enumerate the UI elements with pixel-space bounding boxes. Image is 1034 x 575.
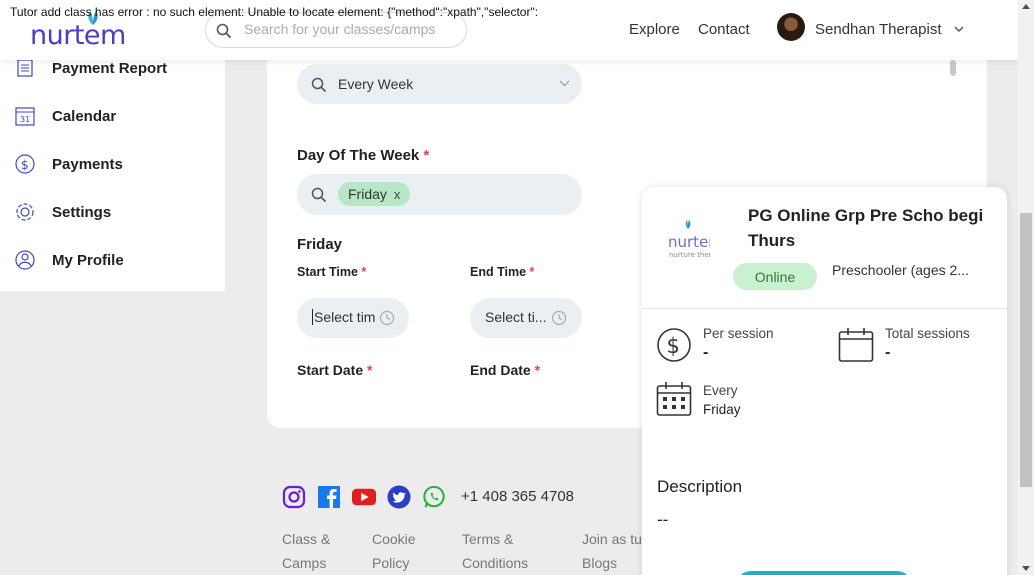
svg-text:$: $	[21, 158, 29, 172]
start-time-input[interactable]: Select time	[297, 298, 409, 338]
sidebar-item-payments[interactable]: $ Payments	[14, 149, 214, 179]
user-icon	[14, 249, 36, 271]
selected-day-tag[interactable]: Friday x	[338, 182, 411, 206]
mode-badge: Online	[733, 263, 817, 290]
calendar-icon	[838, 328, 874, 362]
youtube-icon[interactable]	[352, 485, 376, 509]
class-preview-card: nurtem nurture them PG Online Grp Pre Sc…	[642, 187, 1007, 575]
day-of-week-label: Day Of The Week *	[297, 147, 430, 164]
clock-icon	[379, 310, 395, 326]
required-mark: *	[529, 265, 535, 279]
chevron-down-icon	[559, 80, 570, 87]
end-time-placeholder: Select ti...	[485, 309, 547, 325]
end-date-label: End Date *	[470, 362, 541, 376]
required-mark: *	[361, 265, 367, 279]
start-date-label: Start Date *	[297, 362, 373, 376]
scroll-down-arrow[interactable]	[1022, 566, 1030, 571]
sidebar-item-calendar[interactable]: 31 Calendar	[14, 101, 214, 131]
svg-text:$: $	[667, 334, 680, 358]
total-sessions-label: Total sessions	[885, 326, 970, 341]
report-icon	[14, 57, 36, 79]
sidebar-item-settings[interactable]: Settings	[14, 197, 214, 227]
scrollbar-thumb[interactable]	[1020, 213, 1032, 487]
form-scrollbar-thumb[interactable]	[950, 60, 956, 76]
search-icon	[311, 77, 327, 93]
twitter-icon[interactable]	[387, 485, 411, 509]
frequency-label: Every	[703, 383, 738, 398]
facebook-icon[interactable]	[317, 485, 341, 509]
dollar-icon: $	[657, 328, 691, 362]
class-title: PG Online Grp Pre Scho begi Thurs	[748, 206, 984, 250]
footer-link-class-camps[interactable]: Class & Camps	[282, 527, 330, 575]
frequency-day: Friday	[703, 402, 741, 417]
age-group: Preschooler (ages 2...	[832, 262, 969, 278]
phone-number[interactable]: +1 408 365 4708	[461, 488, 574, 505]
search-icon	[216, 23, 232, 39]
sidebar-item-label: My Profile	[52, 251, 124, 269]
sidebar-item-label: Payment Report	[52, 59, 168, 77]
provider-logo-text: nurtem	[668, 233, 710, 251]
sidebar-item-label: Payments	[52, 155, 123, 173]
user-name[interactable]: Sendhan Therapist	[815, 21, 941, 38]
search-icon	[311, 187, 327, 203]
preview-action-button[interactable]	[736, 571, 912, 575]
divider	[642, 308, 1007, 309]
calendar-icon: 31	[14, 105, 36, 127]
whatsapp-icon[interactable]	[422, 485, 446, 509]
chevron-down-icon[interactable]	[954, 26, 964, 33]
provider-logo: nurtem nurture them	[666, 219, 723, 263]
total-sessions-value: -	[885, 344, 891, 361]
nav-explore[interactable]: Explore	[629, 21, 680, 38]
per-session-label: Per session	[703, 326, 774, 341]
sidebar-item-my-profile[interactable]: My Profile	[14, 245, 214, 275]
gear-icon	[14, 201, 36, 223]
clock-icon	[551, 310, 567, 326]
required-mark: *	[534, 362, 541, 376]
end-time-input[interactable]: Select ti...	[470, 298, 582, 338]
description-heading: Description	[657, 477, 743, 496]
sidebar: Payment Report 31 Calendar $ Payments Se…	[0, 40, 225, 291]
sidebar-item-label: Settings	[52, 203, 112, 221]
day-heading: Friday	[297, 236, 343, 253]
instagram-icon[interactable]	[282, 485, 306, 509]
calendar-grid-icon	[656, 382, 692, 416]
logo[interactable]: nurtem	[30, 20, 126, 51]
footer-link-cookie-policy[interactable]: Cookie Policy	[372, 527, 416, 575]
per-session-value: -	[703, 344, 709, 361]
nav-contact[interactable]: Contact	[698, 21, 750, 38]
dollar-icon: $	[14, 153, 36, 175]
footer-link-terms[interactable]: Terms & Conditions	[462, 527, 528, 575]
frequency-select[interactable]: Every Week	[297, 64, 582, 104]
provider-logo-tagline: nurture them	[669, 251, 710, 259]
error-message: Tutor add class has error : no such elem…	[10, 5, 539, 19]
avatar[interactable]	[777, 13, 805, 41]
frequency-value: Every Week	[338, 76, 414, 92]
tag-remove-icon[interactable]: x	[394, 187, 401, 202]
required-mark: *	[423, 147, 430, 164]
tag-label: Friday	[348, 186, 387, 202]
start-time-placeholder: Select time	[312, 309, 376, 325]
social-links	[282, 484, 457, 510]
page-scrollbar[interactable]	[1018, 0, 1034, 575]
start-time-label: Start Time *	[297, 265, 367, 279]
sidebar-item-label: Calendar	[52, 107, 117, 125]
svg-text:31: 31	[20, 115, 30, 124]
required-mark: *	[367, 362, 373, 376]
end-time-label: End Time *	[470, 265, 535, 279]
scroll-up-arrow[interactable]	[1022, 4, 1030, 9]
description-value: --	[657, 510, 669, 529]
search-input[interactable]	[244, 21, 454, 37]
day-of-week-select[interactable]: Friday x	[297, 174, 582, 215]
